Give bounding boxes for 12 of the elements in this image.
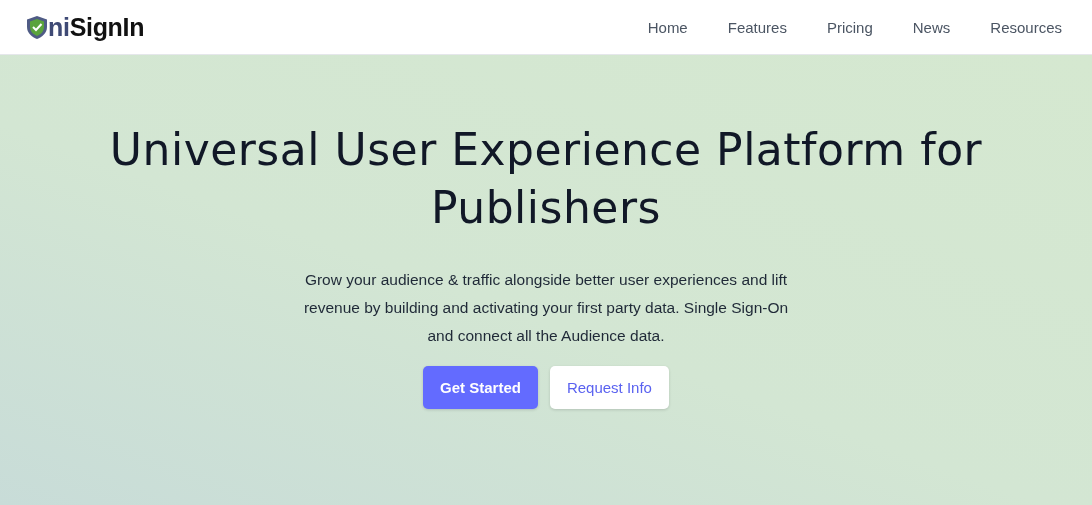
nav-link[interactable]: Pricing: [826, 18, 873, 36]
nav-link[interactable]: Features: [727, 18, 787, 36]
request-info-button[interactable]: Request Info: [549, 366, 669, 409]
shield-check-icon: [26, 14, 48, 40]
get-started-button[interactable]: Get Started: [423, 366, 538, 409]
hero-description: Grow your audience & traffic alongside better user experiences and lift revenue by building and activating your first party data. Single Sign-On and connect all the Audience data.: [302, 270, 790, 346]
nav-link[interactable]: Resources: [990, 18, 1062, 36]
logo-text: SignIn: [69, 12, 145, 42]
nav-link[interactable]: Home: [647, 18, 688, 36]
logo-text-accent: ni: [48, 12, 70, 42]
nav-link[interactable]: News: [912, 18, 951, 36]
hero-title: Universal User Experience Platform for Publishers: [108, 123, 984, 235]
